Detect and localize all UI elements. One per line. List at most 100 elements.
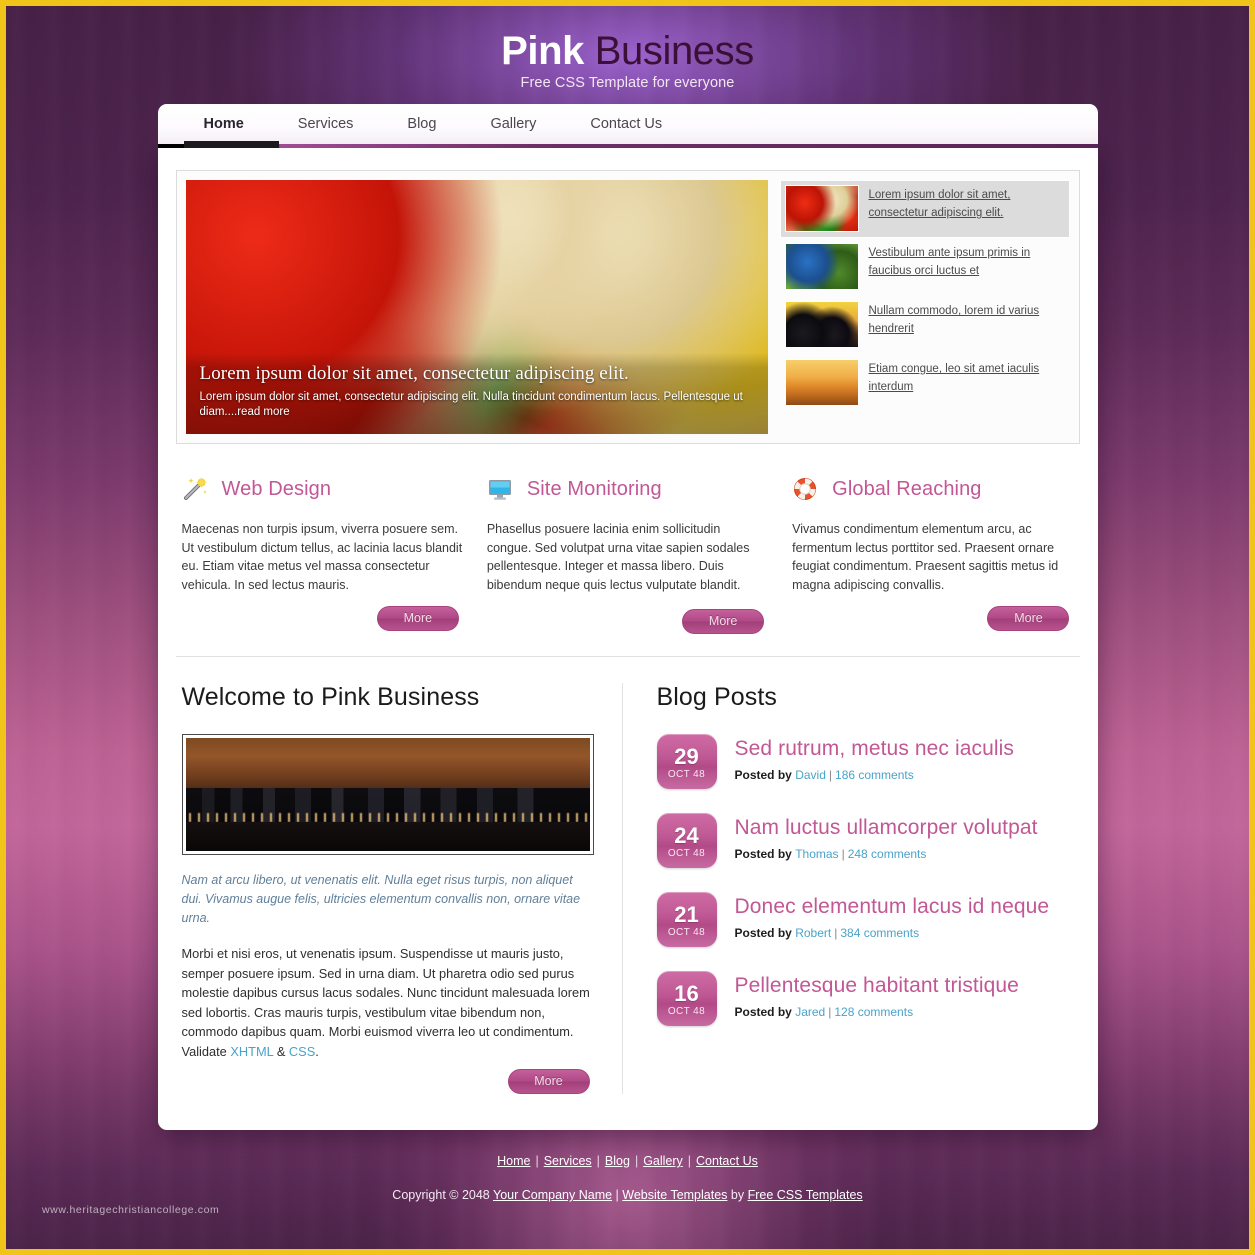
blog-comments-link-4[interactable]: 128 comments [834,1005,913,1019]
feature-title-web-design: Web Design [221,477,332,500]
blog-post-title-1[interactable]: Sed rutrum, metus nec iaculis [735,736,1015,762]
welcome-body-ampersand: & [273,1043,289,1059]
footer-copyright: Copyright © 2048 Your Company Name | Web… [6,1188,1249,1202]
footer-link-gallery[interactable]: Gallery [643,1154,683,1168]
nav-item-gallery[interactable]: Gallery [490,116,536,132]
nav-item-services[interactable]: Services [298,116,354,132]
feature-header-web-design: Web Design [182,476,463,502]
slider-main-image[interactable]: Lorem ipsum dolor sit amet, consectetur … [185,180,768,435]
nav-active-underline [157,141,1098,149]
slider-thumb-item-1[interactable]: Lorem ipsum dolor sit amet, consectetur … [779,180,1070,239]
date-day-3: 21 [674,901,699,927]
blog-post-title-2[interactable]: Nam luctus ullamcorper volutpat [735,815,1038,841]
more-button-web-design[interactable]: More [376,606,459,632]
slider-thumb-text-1[interactable]: Lorem ipsum dolor sit amet, consectetur … [869,185,1065,222]
blog-post-2: 24 OCT 48 Nam luctus ullamcorper volutpa… [656,813,1074,869]
site-tagline: Free CSS Template for everyone [520,75,735,92]
blog-post-1: 29 OCT 48 Sed rutrum, metus nec iaculis … [656,734,1074,790]
nav-item-home[interactable]: Home [204,116,244,132]
feature-header-global-reaching: Global Reaching [792,476,1073,502]
welcome-button-row: More [182,1069,594,1095]
slider-caption-title: Lorem ipsum dolor sit amet, consectetur … [199,363,629,385]
date-month-4: OCT 48 [667,1005,706,1017]
posted-by-label-3: Posted by [734,926,792,941]
welcome-body-text: Morbi et nisi eros, ut venenatis ipsum. … [182,944,594,1061]
featured-slider: Lorem ipsum dolor sit amet, consectetur … [175,170,1080,445]
feature-text-global-reaching: Vivamus condimentum elementum arcu, ac f… [792,522,1059,592]
slider-thumb-text-3[interactable]: Nullam commodo, lorem id varius hendreri… [869,301,1065,338]
slider-thumb-item-4[interactable]: Etiam congue, leo sit amet iaculis inter… [780,354,1070,412]
blog-author-link-3[interactable]: Robert [795,926,831,940]
content-wrapper: Home Services Blog Gallery Contact Us Lo… [157,104,1098,1131]
welcome-body-period: . [315,1043,319,1059]
blog-post-title-4[interactable]: Pellentesque habitant tristique [735,973,1019,999]
free-css-templates-link[interactable]: Free CSS Templates [748,1188,863,1202]
logo-pink: Pink [501,29,585,73]
nav-item-contact-us[interactable]: Contact Us [590,116,662,132]
blog-post-body-4: Pellentesque habitant tristique Posted b… [735,971,1019,1019]
more-button-welcome[interactable]: More [507,1069,590,1095]
date-badge-4: 16 OCT 48 [656,971,717,1027]
nav-item-blog[interactable]: Blog [407,116,436,132]
blog-comments-link-2[interactable]: 248 comments [848,847,927,861]
lifebuoy-icon [792,476,818,502]
footer-sep-1: | [535,1154,539,1169]
footer-sep-2: | [596,1154,600,1169]
blog-author-link-4[interactable]: Jared [795,1005,825,1019]
xhtml-validate-link[interactable]: XHTML [230,1044,273,1059]
meta-separator-2: | [841,847,845,862]
slider-read-more-link[interactable]: read more [237,406,289,418]
main-navigation: Home Services Blog Gallery Contact Us [157,104,1098,145]
blog-author-link-1[interactable]: David [795,768,826,782]
slider-thumb-text-2[interactable]: Vestibulum ante ipsum primis in faucibus… [869,243,1065,280]
page-background: Pink Business Free CSS Template for ever… [6,6,1249,1249]
feature-text-site-monitoring: Phasellus posuere lacinia enim sollicitu… [486,522,750,592]
date-month-3: OCT 48 [667,926,706,938]
more-button-site-monitoring[interactable]: More [682,609,765,635]
more-button-global-reaching[interactable]: More [987,606,1070,632]
footer-sep-4: | [687,1154,692,1169]
date-day-2: 24 [674,822,699,848]
city-skyline-photo [185,738,590,852]
footer-link-services[interactable]: Services [544,1154,592,1168]
feature-header-site-monitoring: Site Monitoring [487,476,768,502]
slider-thumb-item-3[interactable]: Nullam commodo, lorem id varius hendreri… [780,296,1070,354]
site-footer: Home | Services | Blog | Gallery | Contact Us Co… [6,1130,1249,1202]
sunset-thumbnail-icon [784,359,859,407]
bird-thumbnail-icon [784,243,859,291]
footer-link-blog[interactable]: Blog [605,1154,630,1168]
slider-thumb-text-4[interactable]: Etiam congue, leo sit amet iaculis inter… [869,359,1065,396]
website-templates-link[interactable]: Website Templates [622,1188,727,1202]
footer-link-home[interactable]: Home [497,1154,530,1168]
city-water [185,821,590,852]
blog-post-meta-1: Posted by David | 186 comments [735,768,1015,782]
feature-global-reaching: Global Reaching Vivamus condimentum elem… [792,476,1073,634]
meta-separator-1: | [828,768,833,783]
monitor-icon [487,476,513,502]
slider-thumb-item-2[interactable]: Vestibulum ante ipsum primis in faucibus… [780,238,1070,296]
blog-post-meta-2: Posted by Thomas | 248 comments [735,847,1038,861]
slider-thumbnail-list: Lorem ipsum dolor sit amet, consectetur … [779,180,1070,434]
css-validate-link[interactable]: CSS [289,1044,315,1059]
feature-button-row-site-monitoring: More [487,609,768,635]
blog-author-link-2[interactable]: Thomas [795,847,838,861]
welcome-intro-text: Nam at arcu libero, ut venenatis elit. N… [181,873,581,926]
blog-column: Blog Posts 29 OCT 48 Sed rutrum, metus n… [621,683,1074,1095]
feature-title-site-monitoring: Site Monitoring [526,477,662,500]
footer-navigation: Home | Services | Blog | Gallery | Contact Us [6,1154,1249,1168]
site-watermark: www.heritagechristiancollege.com [42,1204,220,1216]
welcome-body-part-1: Morbi et nisi eros, ut venenatis ipsum. … [181,946,590,1059]
blog-title: Blog Posts [656,683,778,712]
slider-caption: Lorem ipsum dolor sit amet, consectetur … [185,353,768,435]
main-panel: Lorem ipsum dolor sit amet, consectetur … [157,148,1098,1131]
meta-separator-4: | [828,1005,832,1020]
site-logo[interactable]: Pink Business [6,29,1249,73]
blog-comments-link-3[interactable]: 384 comments [840,926,919,940]
blog-comments-link-1[interactable]: 186 comments [835,768,914,782]
bottom-columns: Welcome to Pink Business Nam at arcu lib… [176,657,1080,1104]
footer-link-contact-us[interactable]: Contact Us [696,1154,758,1168]
feature-button-row-global-reaching: More [792,606,1073,632]
blog-post-body-2: Nam luctus ullamcorper volutpat Posted b… [735,813,1038,861]
blog-post-title-3[interactable]: Donec elementum lacus id neque [735,894,1050,920]
company-name-link[interactable]: Your Company Name [493,1188,612,1202]
